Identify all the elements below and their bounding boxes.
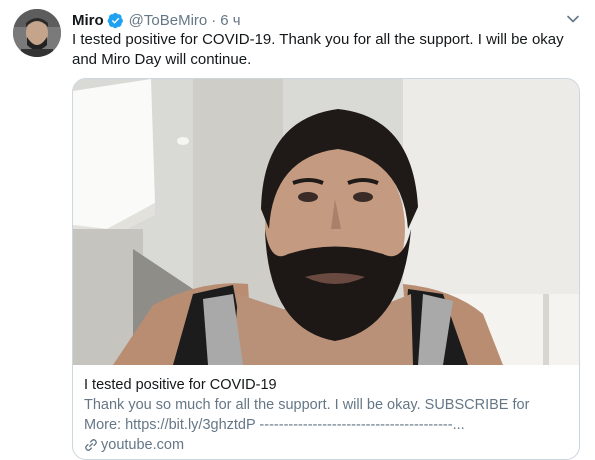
separator-dot: · [211, 11, 217, 29]
author-name[interactable]: Miro [72, 12, 104, 29]
link-card[interactable]: I tested positive for COVID-19 Thank you… [72, 78, 580, 460]
card-body: I tested positive for COVID-19 Thank you… [84, 375, 569, 455]
tweet-text: I tested positive for COVID-19. Thank yo… [72, 31, 564, 68]
card-domain[interactable]: youtube.com [84, 435, 569, 455]
tweet-header: Miro @ToBeMiro · 6 ч [72, 10, 581, 30]
chevron-down-icon[interactable] [565, 11, 581, 27]
link-icon [85, 439, 97, 451]
card-description: Thank you so much for all the support. I… [84, 397, 530, 433]
avatar[interactable] [13, 9, 61, 57]
author-handle[interactable]: @ToBeMiro [129, 12, 208, 29]
card-title[interactable]: I tested positive for COVID-19 [84, 375, 569, 395]
verified-badge-icon [107, 12, 123, 28]
tweet-timestamp[interactable]: 6 ч [220, 12, 240, 29]
card-domain-text: youtube.com [101, 437, 185, 453]
video-thumbnail[interactable] [73, 79, 579, 365]
